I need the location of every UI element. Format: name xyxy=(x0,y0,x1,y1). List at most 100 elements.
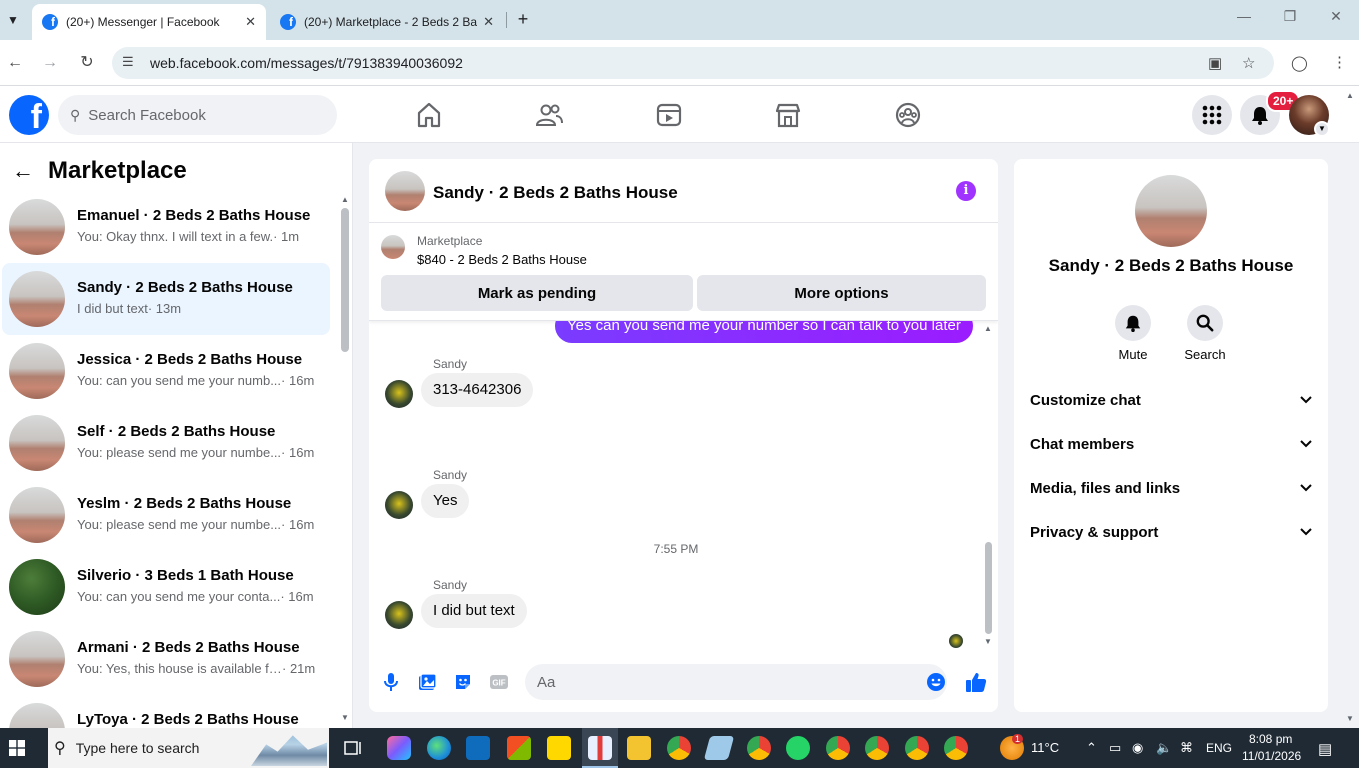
search-in-conversation-button[interactable]: Search xyxy=(1175,305,1235,362)
gif-icon[interactable]: GIF xyxy=(488,671,510,693)
message-input[interactable] xyxy=(525,664,947,700)
groups-icon[interactable] xyxy=(893,100,923,130)
conversation-avatar[interactable] xyxy=(1135,175,1207,247)
profile-icon[interactable]: ◯ xyxy=(1291,54,1308,72)
tab-close-icon[interactable]: ✕ xyxy=(245,14,256,30)
page-scroll-down-arrow-icon[interactable]: ▼ xyxy=(1346,714,1354,723)
sidebar-scrollbar[interactable] xyxy=(341,208,349,352)
notifications-center-icon[interactable]: ▤ xyxy=(1318,740,1332,758)
conversation-item[interactable]: Emanuel · 2 Beds 2 Baths House You: Okay… xyxy=(2,191,330,263)
listing-thumbnail[interactable] xyxy=(381,235,405,259)
minimize-icon[interactable]: — xyxy=(1233,8,1255,24)
home-icon[interactable] xyxy=(414,100,444,130)
conversation-item[interactable]: Jessica · 2 Beds 2 Baths House You: can … xyxy=(2,335,330,407)
restore-icon[interactable]: ❐ xyxy=(1279,8,1301,25)
chevron-up-icon[interactable]: ⌃ xyxy=(1086,740,1097,756)
incoming-message[interactable]: 313-4642306 xyxy=(421,373,534,407)
sticky-notes-icon[interactable] xyxy=(547,736,571,760)
menu-grid-button[interactable] xyxy=(1192,95,1232,135)
incoming-message[interactable]: I did but text xyxy=(421,594,527,628)
customize-chat-section[interactable]: Customize chat xyxy=(1030,388,1312,412)
video-icon[interactable] xyxy=(654,100,684,130)
taskbar-search-box[interactable]: ⚲ Type here to search xyxy=(48,728,329,768)
photo-icon[interactable] xyxy=(416,671,438,693)
facebook-search-input[interactable] xyxy=(88,106,309,124)
app-tray-icon[interactable]: ◉ xyxy=(1132,740,1143,756)
page-scroll-up-arrow-icon[interactable]: ▲ xyxy=(1346,91,1354,100)
windows-start-icon[interactable] xyxy=(9,740,25,756)
speaker-icon[interactable]: 🔈 xyxy=(1156,740,1172,756)
battery-icon[interactable]: ▭ xyxy=(1109,740,1121,756)
conversation-item[interactable]: Self · 2 Beds 2 Baths House You: please … xyxy=(2,407,330,479)
scroll-down-arrow-icon[interactable]: ▼ xyxy=(984,637,992,646)
edge-browser-icon[interactable] xyxy=(427,736,451,760)
facebook-logo-icon[interactable]: f xyxy=(9,95,49,135)
incoming-message[interactable]: Yes xyxy=(421,484,470,518)
task-view-icon[interactable] xyxy=(341,736,365,760)
chat-members-section[interactable]: Chat members xyxy=(1030,432,1312,456)
whatsapp-icon[interactable] xyxy=(786,736,810,760)
tab-messenger[interactable]: f (20+) Messenger | Facebook ✕ xyxy=(32,4,266,40)
more-options-button[interactable]: More options xyxy=(697,275,986,311)
sticker-icon[interactable] xyxy=(452,671,474,693)
omnibox[interactable]: ☰ web.facebook.com/messages/t/7913839400… xyxy=(112,47,1274,79)
like-thumbs-up-icon[interactable] xyxy=(965,671,987,693)
new-tab-icon[interactable]: + xyxy=(512,8,534,30)
temperature-text[interactable]: 11°C xyxy=(1031,740,1059,755)
window-close-icon[interactable]: ✕ xyxy=(1325,8,1347,25)
outlook-icon[interactable] xyxy=(466,736,490,760)
conversation-item[interactable]: LyToya · 2 Beds 2 Baths House xyxy=(2,695,330,728)
tab-search-chevron-icon[interactable]: ▼ xyxy=(0,6,26,34)
sender-avatar[interactable] xyxy=(385,491,413,519)
conversation-item[interactable]: Silverio · 3 Beds 1 Bath House You: can … xyxy=(2,551,330,623)
copilot-icon[interactable] xyxy=(387,736,411,760)
chrome-profile-icon[interactable] xyxy=(905,736,929,760)
wifi-icon[interactable]: ⌘ xyxy=(1180,740,1193,756)
listing-price-title[interactable]: $840 - 2 Beds 2 Baths House xyxy=(417,252,587,267)
microsoft-store-icon[interactable] xyxy=(507,736,531,760)
info-icon[interactable]: i xyxy=(956,181,976,201)
chrome-profile-icon[interactable] xyxy=(865,736,889,760)
chrome-profile-icon[interactable] xyxy=(667,736,691,760)
sender-avatar[interactable] xyxy=(385,601,413,629)
mute-button[interactable]: Mute xyxy=(1103,305,1163,362)
site-info-icon[interactable]: ☰ xyxy=(122,54,134,70)
snipping-tool-icon[interactable] xyxy=(588,736,612,760)
browser-menu-icon[interactable]: ⋮ xyxy=(1332,53,1347,71)
scroll-up-arrow-icon[interactable]: ▲ xyxy=(341,195,349,204)
reload-icon[interactable]: ↻ xyxy=(75,52,99,74)
back-arrow-icon[interactable]: ← xyxy=(12,158,34,184)
tab-marketplace[interactable]: f (20+) Marketplace - 2 Beds 2 Ba ✕ xyxy=(270,4,504,40)
url-text[interactable]: web.facebook.com/messages/t/791383940036… xyxy=(150,55,463,71)
marketplace-icon[interactable] xyxy=(773,100,803,130)
outgoing-message[interactable]: Yes can you send me your number so I can… xyxy=(555,321,973,343)
clock-time[interactable]: 8:08 pm xyxy=(1249,732,1292,746)
mark-as-pending-button[interactable]: Mark as pending xyxy=(381,275,693,311)
media-files-links-section[interactable]: Media, files and links xyxy=(1030,476,1312,500)
facebook-search-box[interactable]: ⚲ xyxy=(58,95,337,135)
clock-date[interactable]: 11/01/2026 xyxy=(1242,749,1301,763)
language-indicator[interactable]: ENG xyxy=(1206,741,1232,755)
conversation-item-selected[interactable]: Sandy · 2 Beds 2 Baths House I did but t… xyxy=(2,263,330,335)
scroll-down-arrow-icon[interactable]: ▼ xyxy=(341,713,349,722)
tab-close-icon[interactable]: ✕ xyxy=(483,14,494,30)
microphone-icon[interactable] xyxy=(380,671,402,693)
forward-arrow-icon[interactable]: → xyxy=(38,52,62,74)
chrome-profile-icon[interactable] xyxy=(747,736,771,760)
back-arrow-icon[interactable]: ← xyxy=(3,52,27,74)
file-explorer-icon[interactable] xyxy=(627,736,651,760)
install-app-icon[interactable]: ▣ xyxy=(1208,54,1222,72)
conversation-item[interactable]: Armani · 2 Beds 2 Baths House You: Yes, … xyxy=(2,623,330,695)
emoji-icon[interactable] xyxy=(925,671,947,693)
chrome-profile-icon[interactable] xyxy=(826,736,850,760)
privacy-support-section[interactable]: Privacy & support xyxy=(1030,520,1312,544)
chat-scrollbar[interactable] xyxy=(985,542,992,634)
friends-icon[interactable] xyxy=(534,100,564,130)
chat-listing-thumbnail[interactable] xyxy=(385,171,425,211)
conversation-item[interactable]: Yeslm · 2 Beds 2 Baths House You: please… xyxy=(2,479,330,551)
scroll-up-arrow-icon[interactable]: ▲ xyxy=(984,324,992,333)
sender-avatar[interactable] xyxy=(385,380,413,408)
notepad-icon[interactable] xyxy=(703,736,735,760)
bookmark-star-icon[interactable]: ☆ xyxy=(1242,54,1255,72)
chrome-profile-icon[interactable] xyxy=(944,736,968,760)
